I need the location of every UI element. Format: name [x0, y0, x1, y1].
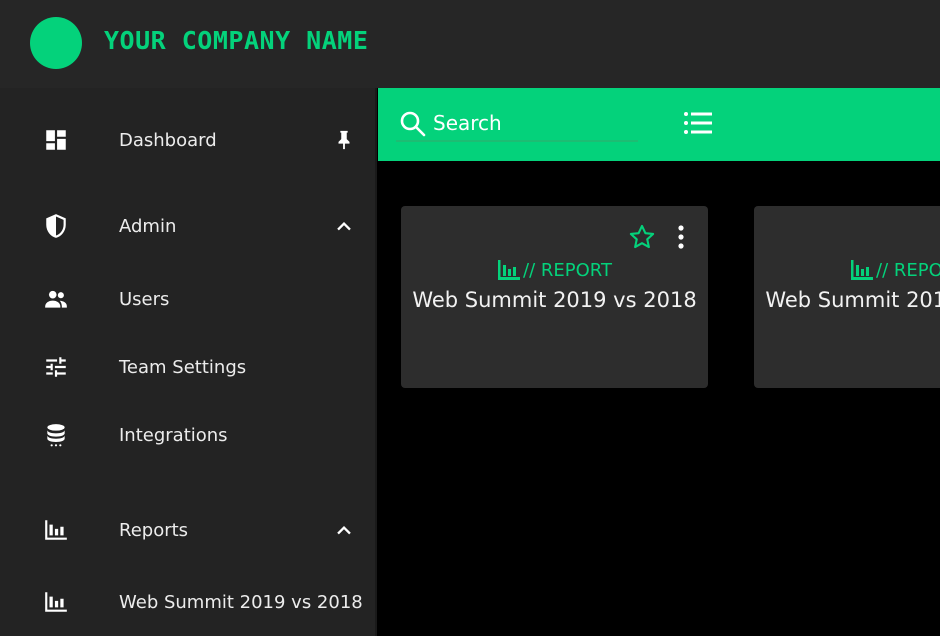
sidebar-item-reports[interactable]: Reports — [0, 505, 375, 555]
card-title: Web Summit 2019 vs 2018 — [765, 288, 940, 312]
search-input[interactable] — [433, 106, 638, 140]
search-icon[interactable] — [398, 109, 428, 139]
pin-icon[interactable] — [331, 127, 357, 153]
sidebar-item-label: Web Summit 2019 vs 2018 — [119, 591, 363, 613]
chevron-up-icon[interactable] — [331, 213, 357, 239]
card-tag-label: // REPORT — [523, 259, 612, 281]
star-icon[interactable] — [628, 223, 656, 251]
users-icon — [42, 285, 70, 313]
company-name: YOUR COMPANY NAME — [104, 26, 369, 55]
bar-chart-icon — [42, 588, 70, 616]
sidebar-item-label: Users — [119, 288, 170, 310]
top-bar: YOUR COMPANY NAME — [0, 0, 940, 88]
dashboard-icon — [42, 126, 70, 154]
card-tag: // REPORT — [401, 258, 708, 282]
sidebar-item-label: Integrations — [119, 424, 228, 446]
sidebar-item-label: Admin — [119, 215, 177, 237]
sidebar-item-label: Dashboard — [119, 129, 217, 151]
card-title: Web Summit 2019 vs 2018 — [412, 288, 697, 312]
sidebar-item-web-summit-report[interactable]: Web Summit 2019 vs 2018 — [0, 577, 375, 627]
sliders-icon — [42, 353, 70, 381]
database-icon — [42, 421, 70, 449]
sidebar: Dashboard Admin Users Team Settings Inte… — [0, 88, 377, 636]
sidebar-item-dashboard[interactable]: Dashboard — [0, 115, 375, 165]
report-card[interactable]: // REPORT Web Summit 2019 vs 2018 — [401, 206, 708, 388]
bar-chart-icon — [497, 259, 521, 281]
card-tag: // REPORT — [754, 258, 940, 282]
list-icon[interactable] — [683, 110, 713, 136]
bar-chart-icon — [42, 516, 70, 544]
sidebar-item-integrations[interactable]: Integrations — [0, 410, 375, 460]
report-card[interactable]: // REPORT Web Summit 2019 vs 2018 — [754, 206, 940, 388]
chevron-up-icon[interactable] — [331, 517, 357, 543]
sidebar-item-label: Reports — [119, 519, 189, 541]
sidebar-item-admin[interactable]: Admin — [0, 201, 375, 251]
more-vertical-icon[interactable] — [671, 223, 691, 251]
search-underline — [396, 140, 638, 142]
sidebar-item-label: Team Settings — [119, 356, 247, 378]
shield-icon — [42, 212, 70, 240]
sidebar-item-users[interactable]: Users — [0, 274, 375, 324]
app-root: YOUR COMPANY NAME Dashboard Admin Users … — [0, 0, 940, 636]
sidebar-item-team-settings[interactable]: Team Settings — [0, 342, 375, 392]
report-card-body: // REPORT Web Summit 2019 vs 2018 — [754, 206, 940, 388]
search-bar — [378, 88, 940, 161]
report-card-body: // REPORT Web Summit 2019 vs 2018 — [401, 206, 708, 388]
company-logo[interactable] — [30, 17, 82, 69]
bar-chart-icon — [850, 259, 874, 281]
card-tag-label: // REPORT — [876, 259, 940, 281]
